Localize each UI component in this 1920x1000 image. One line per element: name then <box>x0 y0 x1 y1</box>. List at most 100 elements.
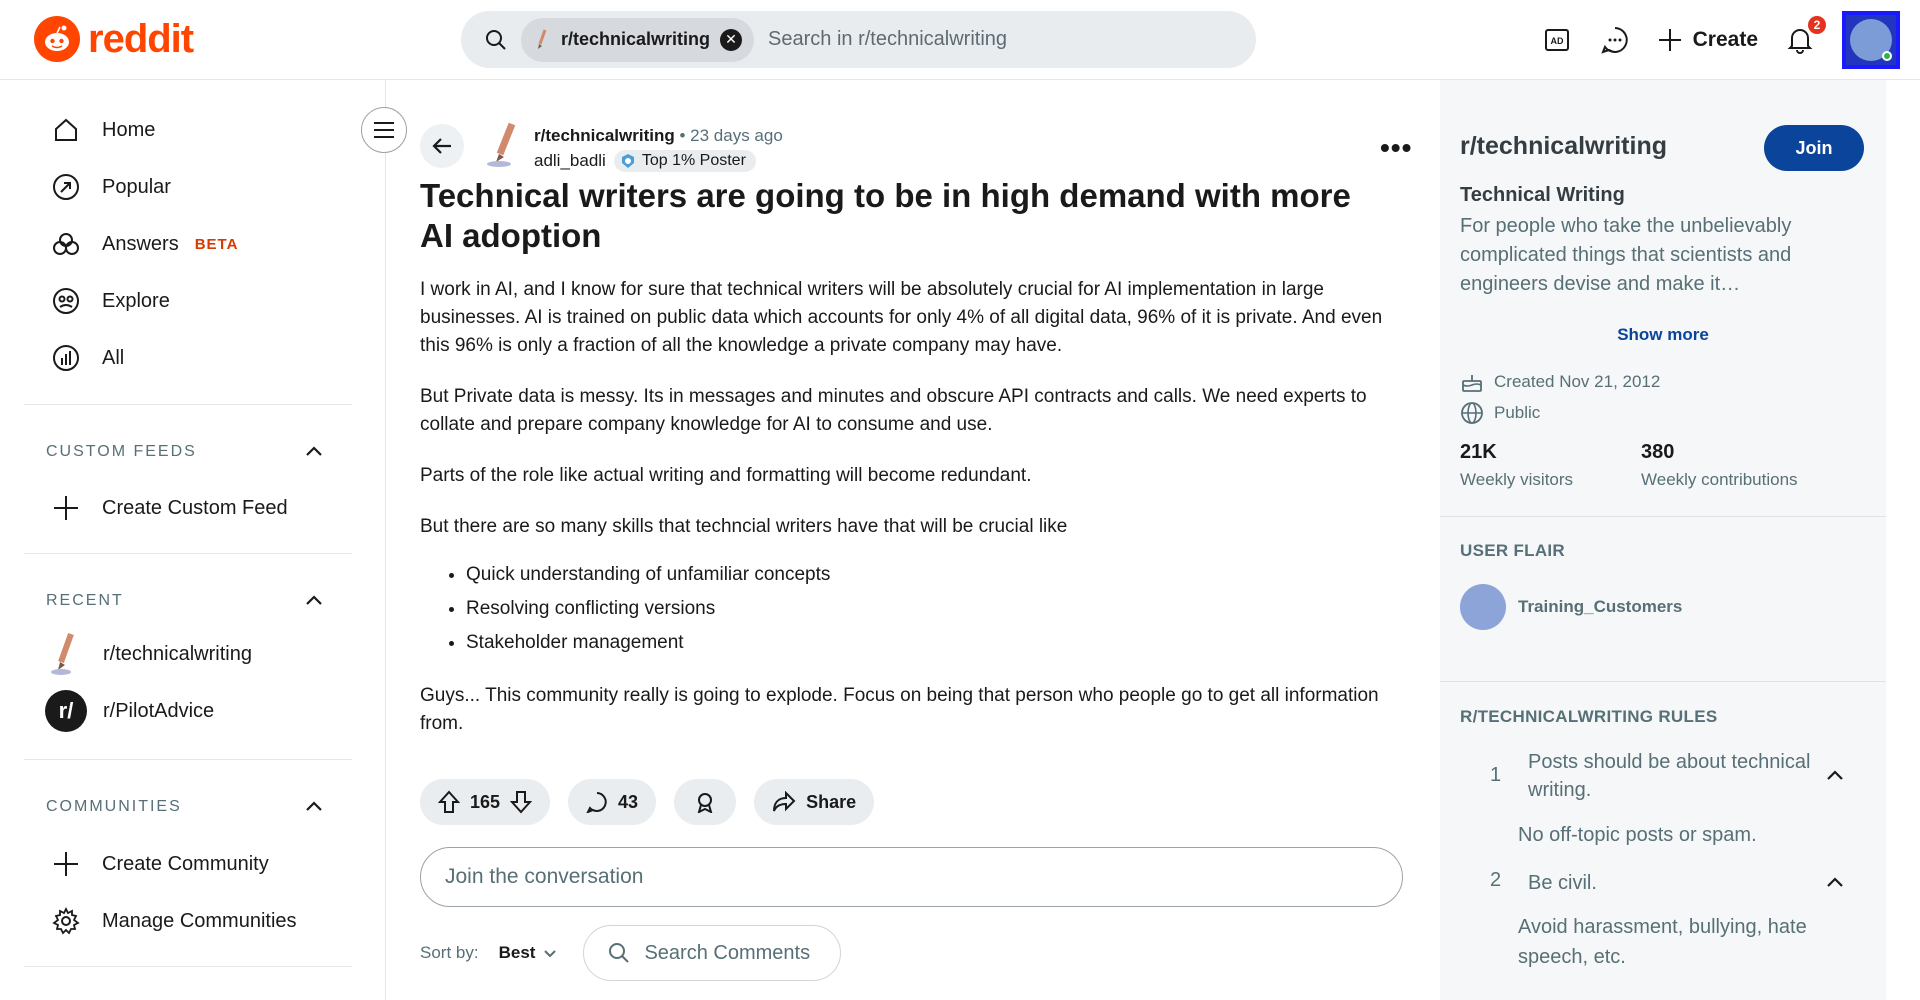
recent-item-technicalwriting[interactable]: r/technicalwriting <box>45 632 252 675</box>
search-icon <box>609 943 630 963</box>
weekly-contributions-label: Weekly contributions <box>1641 470 1798 489</box>
chevron-up-icon[interactable] <box>302 440 326 464</box>
search-comments-input[interactable]: Search Comments <box>583 925 842 981</box>
sidebar-item-all[interactable]: All <box>50 342 124 374</box>
search-chip-label: r/technicalwriting <box>561 29 711 49</box>
answers-icon <box>50 228 82 260</box>
search-comments-placeholder: Search Comments <box>644 941 811 964</box>
more-options-icon[interactable]: ••• <box>1380 132 1412 164</box>
vote-control: 165 <box>420 779 551 825</box>
globe-icon <box>1461 402 1483 424</box>
sidebar-divider <box>24 404 352 405</box>
sidebar-item-label: Explore <box>102 289 170 312</box>
chevron-up-icon[interactable] <box>1824 765 1846 787</box>
comments-button[interactable]: 43 <box>568 779 657 825</box>
chevron-up-icon[interactable] <box>302 589 326 613</box>
rule-title[interactable]: Posts should be about technical writing. <box>1528 748 1828 804</box>
sort-dropdown[interactable]: Best <box>499 943 558 963</box>
left-sidebar: Home Popular Answers BETA Explore All CU… <box>0 80 386 1000</box>
reddit-snoo-icon <box>34 16 80 62</box>
list-item: Quick understanding of unfamiliar concep… <box>466 558 1395 592</box>
search-scope-chip[interactable]: r/technicalwriting ✕ <box>521 17 755 62</box>
technicalwriting-icon[interactable] <box>482 122 528 168</box>
header-actions: AD Create 2 <box>1541 8 1900 72</box>
post-subreddit-link[interactable]: r/technicalwriting <box>534 126 675 145</box>
created-date: Created Nov 21, 2012 <box>1494 372 1661 391</box>
sidebar-item-popular[interactable]: Popular <box>50 171 171 203</box>
technicalwriting-icon <box>45 632 87 675</box>
manage-communities-button[interactable]: Manage Communities <box>50 905 297 937</box>
create-button[interactable]: Create <box>1657 27 1758 53</box>
create-community-label: Create Community <box>102 852 269 875</box>
custom-feeds-title: CUSTOM FEEDS <box>46 443 197 460</box>
community-description: For people who take the unbelievably com… <box>1460 215 1792 295</box>
upvote-icon[interactable] <box>438 790 460 814</box>
post-actions: 165 43 Share <box>420 779 875 825</box>
list-item: Stakeholder management <box>466 626 1395 660</box>
share-button[interactable]: Share <box>754 779 875 825</box>
author-flair-label: Top 1% Poster <box>641 152 746 169</box>
sidebar-item-answers[interactable]: Answers BETA <box>50 228 238 260</box>
chevron-up-icon[interactable] <box>302 795 326 819</box>
post-bullet-list: Quick understanding of unfamiliar concep… <box>466 558 1395 660</box>
chat-icon[interactable] <box>1599 24 1631 56</box>
community-created: Created Nov 21, 2012 <box>1460 370 1660 394</box>
back-button[interactable] <box>420 124 464 168</box>
recent-title: RECENT <box>46 592 124 609</box>
beta-badge: BETA <box>194 235 239 253</box>
rules-title: R/TECHNICALWRITING RULES <box>1460 707 1718 726</box>
post-paragraph: Parts of the role like actual writing an… <box>420 465 1032 486</box>
plus-icon <box>1658 29 1681 51</box>
sidebar-divider <box>1440 516 1886 517</box>
sidebar-divider <box>1440 681 1886 682</box>
post-author-link[interactable]: adli_badli <box>534 151 606 171</box>
plus-icon <box>50 848 82 880</box>
rule-title[interactable]: Be civil. <box>1528 869 1828 897</box>
cake-icon <box>1462 375 1482 392</box>
reddit-wordmark: reddit <box>88 16 194 61</box>
downvote-icon[interactable] <box>510 790 533 814</box>
chevron-down-icon <box>544 950 557 958</box>
arrow-left-icon <box>432 138 451 154</box>
community-name[interactable]: r/technicalwriting <box>1460 132 1667 161</box>
create-community-button[interactable]: Create Community <box>50 848 269 880</box>
award-button[interactable] <box>674 779 737 825</box>
weekly-contributions-value: 380 <box>1641 441 1675 463</box>
search-input[interactable]: Search in r/technicalwriting <box>768 28 1007 51</box>
user-flair-row[interactable]: Training_Customers <box>1460 584 1682 630</box>
manage-communities-label: Manage Communities <box>102 909 297 932</box>
author-flair: Top 1% Poster <box>613 150 756 172</box>
community-sidebar: r/technicalwriting Join Technical Writin… <box>1440 80 1886 1000</box>
popular-icon <box>50 171 82 203</box>
recent-item-pilotadvice[interactable]: r/ r/PilotAdvice <box>45 690 214 732</box>
notification-bell-icon[interactable]: 2 <box>1784 16 1826 56</box>
chevron-up-icon[interactable] <box>1824 872 1846 894</box>
create-custom-feed-label: Create Custom Feed <box>102 496 288 519</box>
share-label: Share <box>806 791 857 812</box>
sidebar-divider <box>24 759 352 760</box>
online-status-dot <box>1882 51 1892 61</box>
comment-input[interactable]: Join the conversation <box>420 847 1403 907</box>
join-button[interactable]: Join <box>1764 125 1864 171</box>
reddit-logo[interactable]: reddit <box>34 16 194 62</box>
user-flair-title: USER FLAIR <box>1460 541 1565 560</box>
top-header: reddit r/technicalwriting ✕ Search in r/… <box>0 0 1920 80</box>
notification-badge: 2 <box>1808 16 1826 34</box>
show-more-link[interactable]: Show more <box>1440 325 1886 345</box>
collapse-sidebar-button[interactable] <box>361 107 407 153</box>
clear-chip-icon[interactable]: ✕ <box>720 28 743 51</box>
create-custom-feed-button[interactable]: Create Custom Feed <box>50 492 288 524</box>
search-bar[interactable]: r/technicalwriting ✕ Search in r/technic… <box>461 11 1256 68</box>
search-icon <box>483 27 509 53</box>
post-paragraph: But there are so many skills that technc… <box>420 516 1068 537</box>
post-paragraph: Guys... This community really is going t… <box>420 685 1379 734</box>
advertise-icon[interactable]: AD <box>1541 24 1573 56</box>
comment-icon <box>586 792 607 813</box>
vote-count: 165 <box>470 791 501 812</box>
user-avatar-button[interactable] <box>1842 11 1900 69</box>
sidebar-item-explore[interactable]: Explore <box>50 285 170 317</box>
sidebar-item-home[interactable]: Home <box>50 114 155 146</box>
plus-icon <box>50 492 82 524</box>
pilotadvice-icon: r/ <box>45 690 87 732</box>
all-icon <box>50 342 82 374</box>
